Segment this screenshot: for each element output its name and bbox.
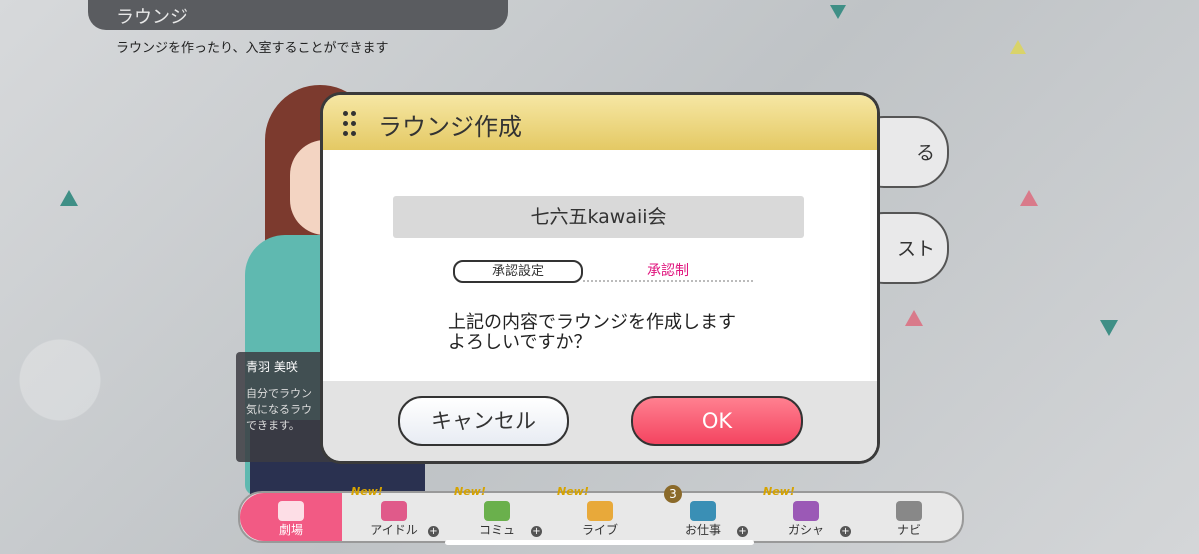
grid-icon bbox=[896, 501, 922, 521]
confirm-message: 上記の内容でラウンジを作成します よろしいですか？ bbox=[448, 313, 778, 353]
character-info-line: 自分でラウン bbox=[246, 387, 312, 400]
character-info-line: できます。 bbox=[246, 419, 300, 432]
nav-item-label: 劇場 bbox=[278, 523, 303, 537]
cancel-button[interactable]: キャンセル bbox=[398, 396, 569, 446]
plus-icon: + bbox=[531, 526, 542, 537]
approval-setting-label: 承認設定 bbox=[453, 260, 583, 283]
character-name: 青羽 美咲 bbox=[246, 360, 298, 374]
confetti-triangle bbox=[830, 5, 846, 19]
page-title: ラウンジ bbox=[116, 7, 188, 28]
plus-icon: + bbox=[737, 526, 748, 537]
nav-item-navi[interactable]: ナビ bbox=[858, 493, 960, 541]
commu-icon bbox=[484, 501, 510, 521]
new-badge: New! bbox=[763, 485, 795, 498]
confetti-triangle bbox=[1020, 190, 1038, 206]
nav-item-theater[interactable]: 劇場 bbox=[240, 493, 342, 541]
confirm-line-1: 上記の内容でラウンジを作成します bbox=[448, 312, 736, 333]
new-badge: New! bbox=[454, 485, 486, 498]
confetti-triangle bbox=[905, 310, 923, 326]
character-info-line: 気になるラウ bbox=[246, 403, 312, 416]
plus-icon: + bbox=[840, 526, 851, 537]
lounge-name-field: 七六五kawaii会 bbox=[393, 196, 804, 238]
side-button-label: スト bbox=[896, 238, 935, 260]
butterfly-icon bbox=[793, 501, 819, 521]
page-subtitle: ラウンジを作ったり、入室することができます bbox=[116, 41, 389, 56]
nav-item-idol[interactable]: New! アイドル + bbox=[343, 485, 445, 541]
nav-item-work[interactable]: 3 お仕事 + bbox=[652, 485, 754, 541]
approval-setting-value: 承認制 bbox=[583, 260, 753, 282]
confetti-triangle bbox=[1010, 40, 1026, 54]
theater-icon bbox=[278, 501, 304, 521]
bottom-nav: 劇場 New! アイドル + New! コミュ + New! ライブ 3 お仕事… bbox=[238, 485, 964, 543]
idol-icon bbox=[381, 501, 407, 521]
count-badge: 3 bbox=[664, 485, 682, 503]
dialog-title: ラウンジ作成 bbox=[378, 113, 522, 141]
nav-item-label: ライブ bbox=[581, 523, 618, 537]
ok-button[interactable]: OK bbox=[631, 396, 803, 446]
nav-item-commu[interactable]: New! コミュ + bbox=[446, 485, 548, 541]
confetti-triangle bbox=[60, 190, 78, 206]
nav-item-live[interactable]: New! ライブ bbox=[549, 485, 651, 541]
side-button-label: る bbox=[915, 142, 935, 164]
new-badge: New! bbox=[557, 485, 589, 498]
clipboard-icon bbox=[690, 501, 716, 521]
nav-item-label: ナビ bbox=[896, 523, 921, 537]
nav-item-gacha[interactable]: New! ガシャ + bbox=[755, 485, 857, 541]
confetti-triangle bbox=[1100, 320, 1118, 336]
dialog-header: ラウンジ作成 bbox=[323, 95, 877, 150]
home-indicator[interactable] bbox=[445, 540, 754, 545]
grip-icon bbox=[343, 111, 357, 137]
new-badge: New! bbox=[351, 485, 383, 498]
music-note-icon bbox=[587, 501, 613, 521]
create-lounge-dialog: ラウンジ作成 七六五kawaii会 承認設定 承認制 上記の内容でラウンジを作成… bbox=[323, 95, 877, 461]
confirm-line-2: よろしいですか？ bbox=[448, 332, 592, 353]
plus-icon: + bbox=[428, 526, 439, 537]
